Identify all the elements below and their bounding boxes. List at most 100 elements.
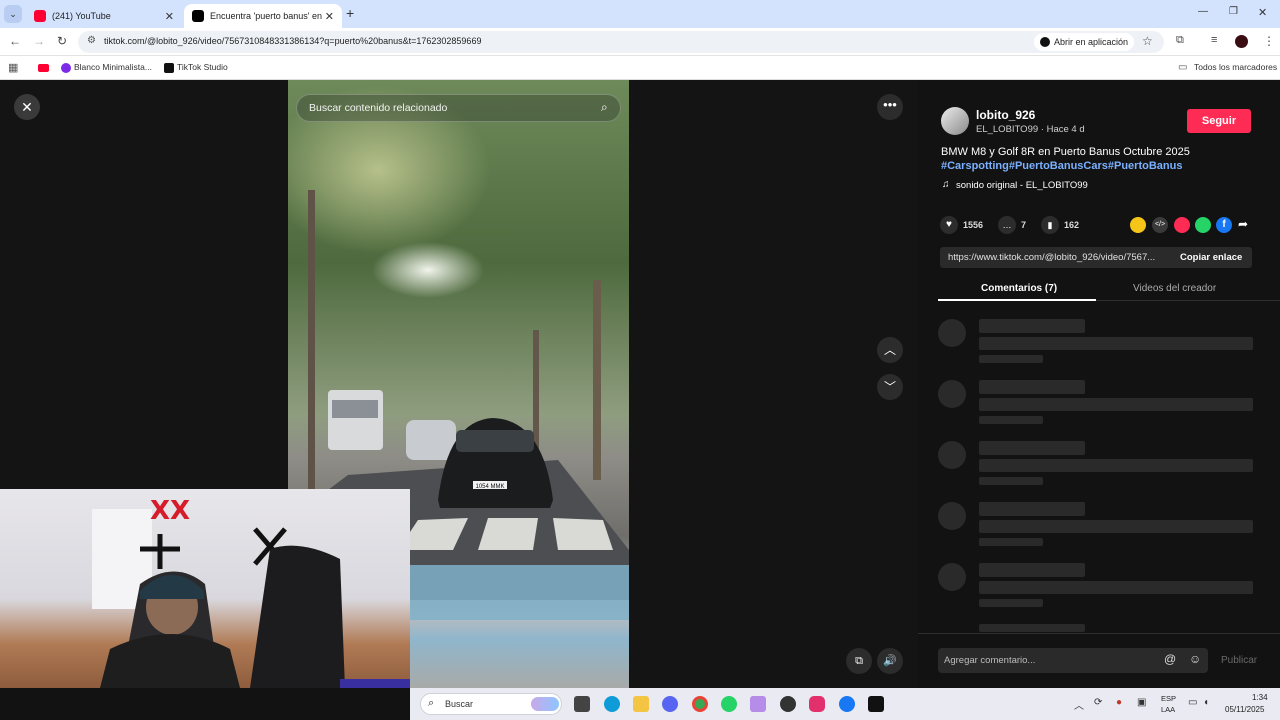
more-options-button[interactable]: ••• (877, 94, 903, 120)
language-indicator-sub: LAA (1161, 705, 1176, 714)
tree-trunk (593, 280, 601, 480)
comment-input-box[interactable]: Agregar comentario... @ ☺ (938, 648, 1208, 673)
save-button[interactable]: ▮ (1041, 216, 1059, 234)
post-sidebar: lobito_926 EL_LOBITO99 · Hace 4 d Seguir… (918, 80, 1280, 688)
tab-search-button[interactable]: ⌄ (4, 5, 22, 23)
profile-avatar[interactable] (1235, 35, 1248, 48)
facebook-icon[interactable] (839, 696, 855, 712)
tray-chevron-icon[interactable]: ︿ (1074, 697, 1084, 712)
publish-button[interactable]: Publicar (1221, 655, 1257, 666)
clock-time[interactable]: 1:34 (1252, 693, 1268, 702)
tiktok-icon (1040, 37, 1050, 47)
tab-tiktok[interactable]: Encuentra 'puerto banus' en Ti ✕ (184, 4, 342, 28)
browser-toolbar: ← → ↻ ⚙ tiktok.com/@lobito_926/video/756… (0, 28, 1280, 56)
comment-input[interactable]: Agregar comentario... (944, 655, 1035, 666)
emoji-icon[interactable]: ☺ (1189, 652, 1201, 666)
comment-skeleton-line (979, 319, 1085, 333)
post-link[interactable]: https://www.tiktok.com/@lobito_926/video… (948, 252, 1164, 263)
related-search-input[interactable]: Buscar contenido relacionado (309, 102, 447, 114)
snipping-tool-icon[interactable] (750, 696, 766, 712)
embed-icon[interactable]: </> (1152, 217, 1168, 233)
apps-icon[interactable]: ▦ (8, 61, 18, 74)
coin-icon[interactable] (1130, 217, 1146, 233)
tray-app-icon[interactable]: ● (1116, 697, 1122, 708)
forward-icon[interactable]: → (33, 34, 45, 48)
reload-icon[interactable]: ↻ (57, 34, 67, 48)
comment-skeleton-avatar (938, 441, 966, 469)
tab-active-indicator (938, 299, 1096, 301)
related-search-box[interactable]: Buscar contenido relacionado ⌕ (296, 94, 621, 122)
post-hashtags[interactable]: #Carspotting#PuertoBanusCars#PuertoBanus (941, 160, 1182, 172)
follow-button[interactable]: Seguir (1187, 109, 1251, 133)
like-button[interactable]: ♥ (940, 216, 958, 234)
tab-creator-videos[interactable]: Videos del creador (1133, 283, 1216, 294)
discord-icon[interactable] (662, 696, 678, 712)
all-bookmarks[interactable]: Todos los marcadores (1194, 62, 1277, 72)
address-bar[interactable]: ⚙ tiktok.com/@lobito_926/video/756731084… (78, 31, 1164, 53)
back-icon[interactable]: ← (9, 34, 21, 48)
author-username[interactable]: lobito_926 (976, 108, 1035, 122)
new-tab-button[interactable]: + (346, 5, 354, 21)
bookmark-blanco[interactable]: Blanco Minimalista... (74, 62, 152, 72)
search-icon[interactable]: ⌕ (601, 100, 608, 115)
obs-icon[interactable] (780, 696, 796, 712)
youtube-icon (34, 10, 46, 22)
send-icon[interactable] (1174, 217, 1190, 233)
copy-link-button[interactable]: Copiar enlace (1180, 252, 1242, 263)
file-explorer-icon[interactable] (633, 696, 649, 712)
restore-button[interactable]: ❐ (1229, 6, 1238, 17)
star-icon[interactable]: ☆ (1142, 34, 1153, 48)
comment-skeleton-line (979, 477, 1043, 485)
clock-date[interactable]: 05/11/2025 (1225, 705, 1264, 714)
tab-youtube[interactable]: (241) YouTube ✕ (26, 4, 182, 28)
comment-skeleton-line (979, 599, 1043, 607)
menu-icon[interactable]: ⋮ (1263, 34, 1275, 48)
share-icon[interactable]: ➦ (1238, 217, 1248, 231)
tiktok-icon[interactable] (868, 696, 884, 712)
close-icon[interactable]: ✕ (165, 10, 174, 23)
author-subtitle: EL_LOBITO99 · Hace 4 d (976, 124, 1085, 135)
close-window-button[interactable]: ✕ (1258, 6, 1267, 19)
facebook-icon[interactable]: f (1216, 217, 1232, 233)
bookmark-tiktok-studio[interactable]: TikTok Studio (177, 62, 228, 72)
tiktok-icon (164, 63, 174, 73)
volume-button[interactable]: 🔊 (877, 648, 903, 674)
network-icon[interactable]: ▭ (1188, 697, 1197, 708)
open-in-app-button[interactable]: Abrir en aplicación (1034, 33, 1135, 51)
minimize-button[interactable]: — (1198, 6, 1208, 17)
pip-button[interactable]: ⧉ (846, 648, 872, 674)
tab-youtube-label: (241) YouTube (52, 11, 111, 21)
previous-video-button[interactable]: ︿ (877, 337, 903, 363)
youtube-icon[interactable] (38, 64, 49, 72)
tray-app-icon[interactable]: ▣ (1137, 697, 1146, 708)
extensions-icon[interactable]: ⧉ (1176, 34, 1184, 47)
comment-skeleton-line (979, 416, 1043, 424)
url-text[interactable]: tiktok.com/@lobito_926/video/75673108483… (104, 36, 481, 46)
edge-icon[interactable] (604, 696, 620, 712)
author-avatar[interactable] (941, 107, 969, 135)
chrome-icon[interactable] (692, 696, 708, 712)
whatsapp-icon[interactable] (1195, 217, 1211, 233)
silver-car (406, 420, 456, 460)
comment-skeleton-avatar (938, 563, 966, 591)
search-highlight-icon (531, 697, 559, 711)
media-icon[interactable]: ≡ (1211, 34, 1217, 46)
close-icon[interactable]: ✕ (325, 10, 334, 23)
task-view-icon[interactable] (574, 696, 590, 712)
tray-app-icon[interactable]: ⟳ (1094, 697, 1102, 708)
post-sound[interactable]: sonido original - EL_LOBITO99 (956, 180, 1088, 191)
comment-button[interactable]: … (998, 216, 1016, 234)
tab-comments[interactable]: Comentarios (7) (981, 283, 1057, 294)
mention-icon[interactable]: @ (1164, 652, 1176, 666)
whatsapp-icon[interactable] (721, 696, 737, 712)
taskbar-search[interactable]: ⌕ Buscar (420, 693, 562, 715)
comment-skeleton-avatar (938, 502, 966, 530)
next-video-button[interactable]: ﹀ (877, 374, 903, 400)
language-indicator[interactable]: ESP (1161, 694, 1176, 703)
close-button[interactable]: ✕ (14, 94, 40, 120)
site-info-icon[interactable]: ⚙ (87, 35, 96, 46)
link-box: https://www.tiktok.com/@lobito_926/video… (940, 247, 1252, 268)
comment-skeleton-avatar (938, 380, 966, 408)
instagram-icon[interactable] (809, 696, 825, 712)
speaker-icon[interactable]: ◖ (1203, 697, 1209, 708)
